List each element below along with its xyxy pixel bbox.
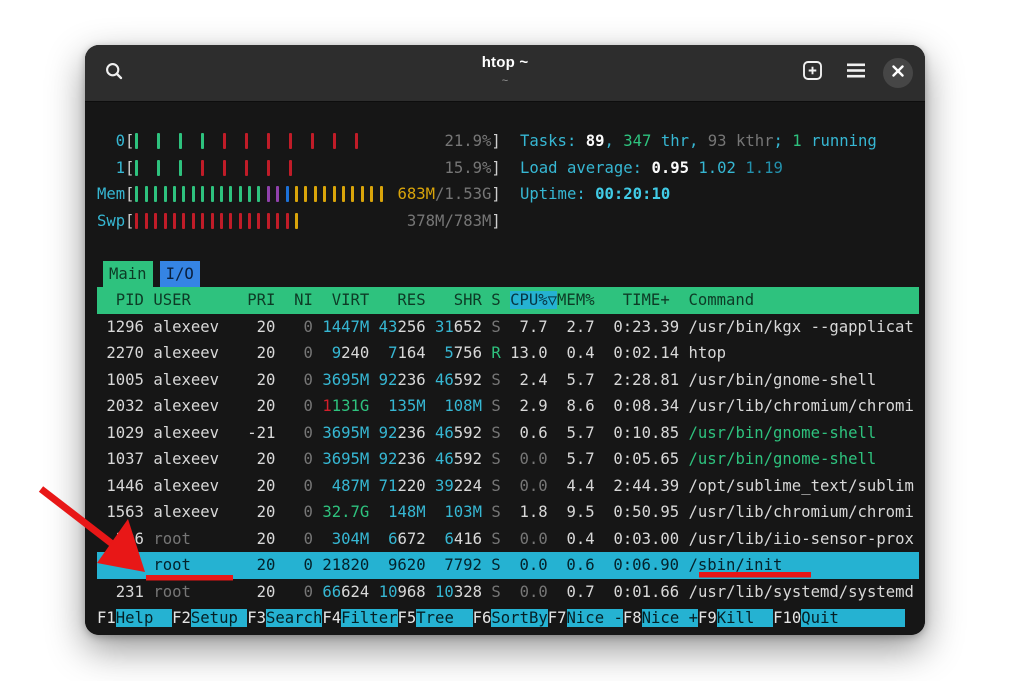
search-icon bbox=[104, 61, 124, 86]
tab-main[interactable]: Main bbox=[103, 261, 153, 288]
process-row[interactable]: 231 root 20 0 66624 10968 10328 S 0.0 0.… bbox=[97, 579, 919, 606]
window-headerbar: htop ~ ~ bbox=[85, 45, 925, 102]
tab-i-o[interactable]: I/O bbox=[160, 261, 200, 288]
cpu-meter-1-bar: 15.9% bbox=[134, 155, 491, 182]
fkey-quit[interactable]: F10Quit bbox=[773, 609, 904, 627]
uptime: Uptime: 00:20:10 bbox=[520, 181, 670, 208]
search-button[interactable] bbox=[97, 56, 131, 90]
memory-meter: Mem[683M/1.53G]Uptime: 00:20:10 bbox=[97, 181, 919, 208]
process-row[interactable]: 2270 alexeev 20 0 9240 7164 5756 R 13.0 … bbox=[97, 340, 919, 367]
fkey-nice-[interactable]: F7Nice - bbox=[548, 609, 623, 627]
fkey-kill[interactable]: F9Kill bbox=[698, 609, 773, 627]
memory-meter-label: Mem bbox=[97, 181, 125, 208]
load-average: Load average: 0.95 1.02 1.19 bbox=[520, 155, 783, 182]
close-icon bbox=[892, 64, 904, 82]
fkey-search[interactable]: F3Search bbox=[247, 609, 322, 627]
window-subtitle: ~ bbox=[205, 75, 805, 87]
process-table-header[interactable]: PID USER PRI NI VIRT RES SHR S CPU%▽MEM%… bbox=[97, 287, 919, 314]
swap-meter-label: Swp bbox=[97, 208, 125, 235]
fkey-filter[interactable]: F4Filter bbox=[322, 609, 397, 627]
process-row[interactable]: 1446 alexeev 20 0 487M 71220 39224 S 0.0… bbox=[97, 473, 919, 500]
function-key-bar: F1Help F2Setup F3SearchF4FilterF5Tree F6… bbox=[97, 605, 919, 632]
process-row[interactable]: 1029 alexeev -21 0 3695M 92236 46592 S 0… bbox=[97, 420, 919, 447]
cpu-meter-1-value: 15.9% bbox=[444, 155, 491, 182]
process-row[interactable]: 2032 alexeev 20 0 1131G 135M 108M S 2.9 … bbox=[97, 393, 919, 420]
fkey-nice-[interactable]: F8Nice + bbox=[623, 609, 698, 627]
cpu-meter-1: 1[15.9%]Load average: 0.95 1.02 1.19 bbox=[97, 155, 919, 182]
window-title: htop ~ bbox=[205, 54, 805, 71]
cpu-meter-0-bar: 21.9% bbox=[134, 128, 491, 155]
close-button[interactable] bbox=[883, 58, 913, 88]
memory-meter-value: 683M/1.53G bbox=[397, 181, 491, 208]
window-titles: htop ~ ~ bbox=[205, 54, 805, 87]
memory-meter-bar: 683M/1.53G bbox=[134, 181, 491, 208]
console-window: htop ~ ~ bbox=[85, 45, 925, 635]
process-row[interactable]: 1005 alexeev 20 0 3695M 92236 46592 S 2.… bbox=[97, 367, 919, 394]
fkey-help[interactable]: F1Help bbox=[97, 609, 172, 627]
new-tab-icon bbox=[802, 60, 823, 86]
hamburger-menu-icon bbox=[847, 63, 865, 83]
fkey-sortby[interactable]: F6SortBy bbox=[473, 609, 548, 627]
process-row[interactable]: 1563 alexeev 20 0 32.7G 148M 103M S 1.8 … bbox=[97, 499, 919, 526]
fkey-tree[interactable]: F5Tree bbox=[398, 609, 473, 627]
process-row[interactable]: 1037 alexeev 20 0 3695M 92236 46592 S 0.… bbox=[97, 446, 919, 473]
fkey-setup[interactable]: F2Setup bbox=[172, 609, 247, 627]
tasks-summary: Tasks: 89, 347 thr, 93 kthr; 1 running bbox=[520, 128, 877, 155]
swap-meter: Swp[378M/783M] bbox=[97, 208, 919, 235]
menu-button[interactable] bbox=[839, 56, 873, 90]
process-row-selected[interactable]: 1 root 20 0 21820 9620 7792 S 0.0 0.6 0:… bbox=[97, 552, 919, 579]
cpu-meter-0-value: 21.9% bbox=[444, 128, 491, 155]
htop-screen: 0[21.9%]Tasks: 89, 347 thr, 93 kthr; 1 r… bbox=[97, 102, 919, 635]
cpu-meter-0: 0[21.9%]Tasks: 89, 347 thr, 93 kthr; 1 r… bbox=[97, 128, 919, 155]
new-tab-button[interactable] bbox=[795, 56, 829, 90]
swap-meter-value: 378M/783M bbox=[407, 208, 492, 235]
cpu-meter-1-label: 1 bbox=[97, 155, 125, 182]
cpu-meter-0-label: 0 bbox=[97, 128, 125, 155]
process-row[interactable]: 1296 alexeev 20 0 1447M 43256 31652 S 7.… bbox=[97, 314, 919, 341]
terminal-area: 0[21.9%]Tasks: 89, 347 thr, 93 kthr; 1 r… bbox=[85, 102, 925, 635]
process-row[interactable]: 396 root 20 0 304M 6672 6416 S 0.0 0.4 0… bbox=[97, 526, 919, 553]
screen-tabs: Main I/O bbox=[97, 261, 919, 288]
swap-meter-bar: 378M/783M bbox=[134, 208, 491, 235]
